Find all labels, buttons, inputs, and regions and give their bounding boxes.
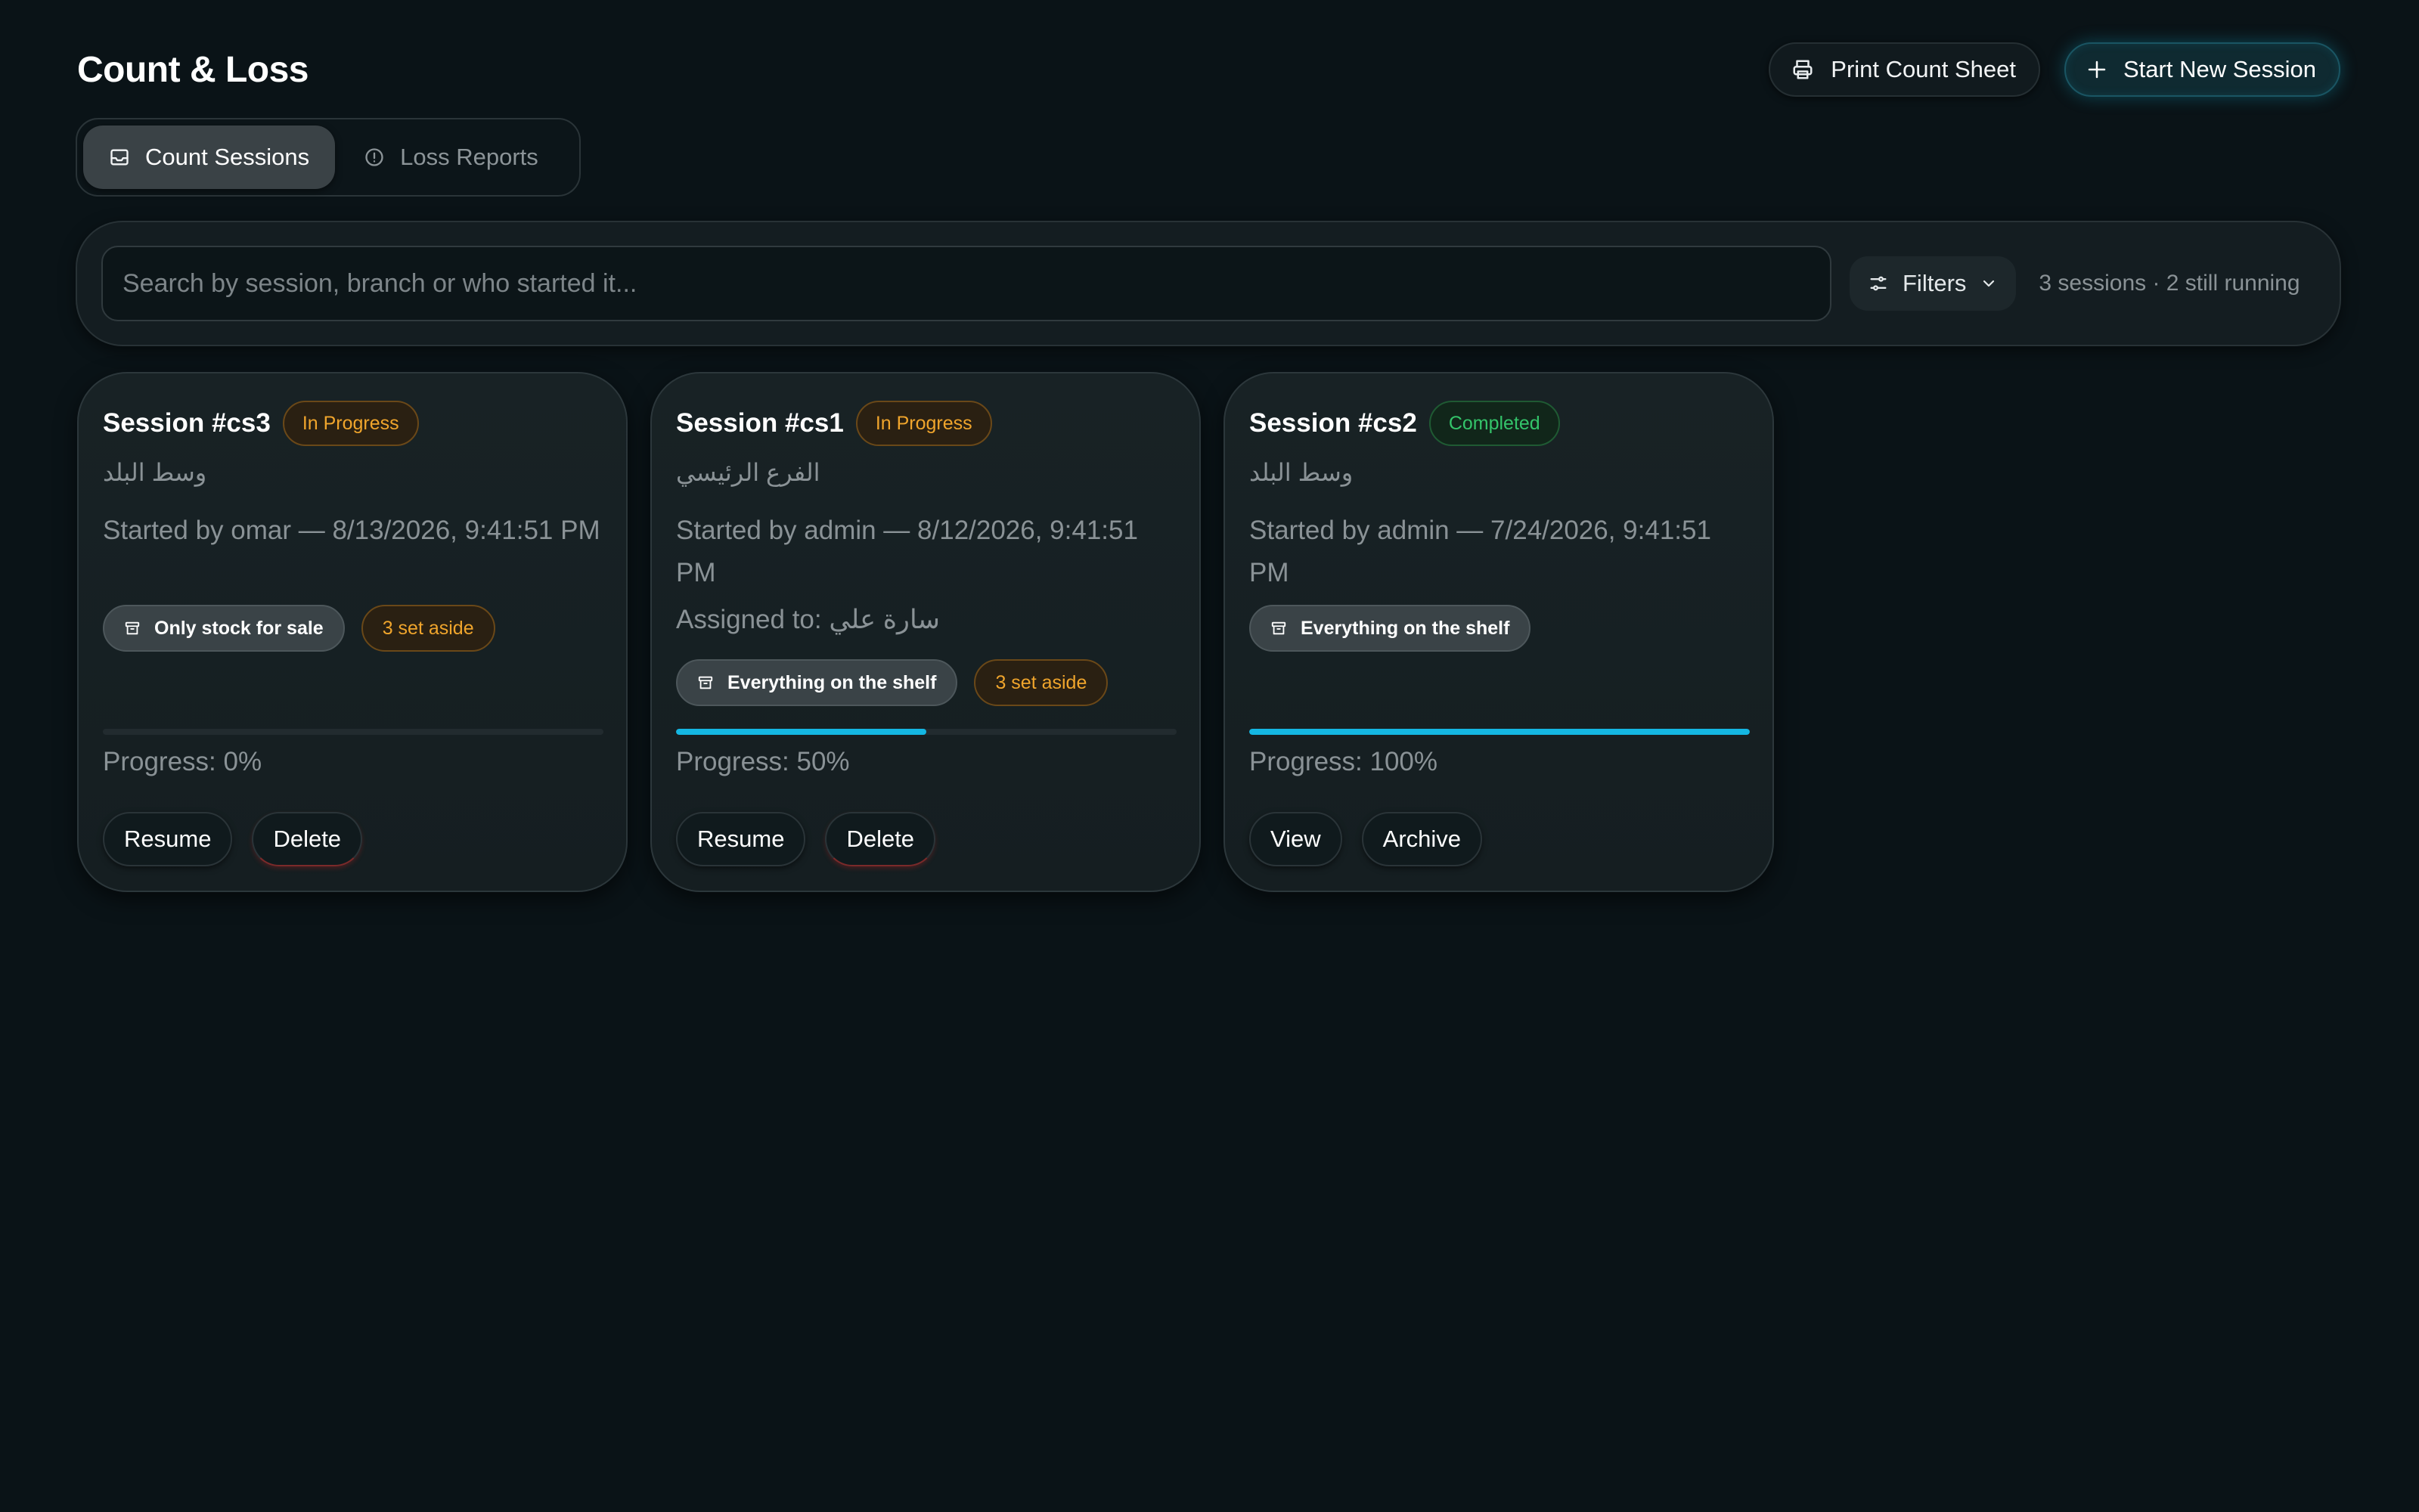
tab-loss-reports-label: Loss Reports (400, 144, 538, 170)
branch-name: وسط البلد (1249, 459, 1354, 486)
progress-fill (1249, 729, 1750, 735)
session-cards: Session #cs3 In Progress وسط البلد Start… (77, 372, 1774, 892)
scope-chip: Everything on the shelf (676, 659, 958, 706)
archive-box-icon (124, 620, 141, 637)
progress-text: Progress: 100% (1249, 747, 1438, 776)
session-card-header: Session #cs1 In Progress (676, 401, 992, 446)
print-count-sheet-button[interactable]: Print Count Sheet (1769, 42, 2040, 97)
view-tabs: Count Sessions Loss Reports (76, 118, 581, 197)
tab-count-sessions-label: Count Sessions (145, 144, 310, 170)
status-badge: Completed (1428, 401, 1560, 446)
set-aside-badge: 3 set aside (361, 605, 495, 652)
delete-button[interactable]: Delete (252, 812, 363, 866)
view-button[interactable]: View (1249, 812, 1342, 866)
session-card: Session #cs2 Completed وسط البلد Started… (1223, 372, 1774, 892)
start-new-session-button[interactable]: Start New Session (2064, 42, 2340, 97)
session-card: Session #cs1 In Progress الفرع الرئيسي S… (650, 372, 1201, 892)
archive-box-icon (697, 674, 714, 691)
delete-button[interactable]: Delete (825, 812, 936, 866)
progress-bar (1249, 729, 1750, 735)
card-actions: View Archive (1249, 812, 1483, 866)
progress-fill (676, 729, 926, 735)
tab-loss-reports[interactable]: Loss Reports (350, 125, 547, 189)
printer-icon (1791, 58, 1814, 81)
started-info: Started by admin — 8/12/2026, 9:41:51 PM (676, 516, 1138, 587)
branch-name: الفرع الرئيسي (676, 459, 820, 486)
branch-name: وسط البلد (103, 459, 207, 486)
session-tags: Everything on the shelf 3 set aside (676, 659, 1109, 706)
scope-label: Everything on the shelf (1301, 617, 1510, 639)
header-actions: Print Count Sheet Start New Session (1769, 42, 2340, 97)
started-info: Started by omar — 8/13/2026, 9:41:51 PM (103, 516, 600, 545)
session-card-header: Session #cs2 Completed (1249, 401, 1560, 446)
session-title: Session #cs1 (676, 408, 844, 438)
page-title: Count & Loss (77, 49, 309, 90)
filters-button[interactable]: Filters (1850, 256, 2017, 311)
assigned-to: Assigned to: سارة علي (676, 605, 940, 634)
plus-icon (2086, 58, 2108, 81)
archive-button[interactable]: Archive (1361, 812, 1483, 866)
card-actions: Resume Delete (103, 812, 363, 866)
chevron-down-icon (1980, 274, 1998, 293)
progress-text: Progress: 50% (676, 747, 850, 776)
tab-count-sessions[interactable]: Count Sessions (83, 125, 336, 189)
resume-button[interactable]: Resume (676, 812, 806, 866)
scope-chip: Everything on the shelf (1249, 605, 1531, 652)
sliders-icon (1868, 273, 1889, 294)
scope-label: Only stock for sale (154, 617, 324, 639)
print-count-sheet-label: Print Count Sheet (1831, 56, 2016, 82)
session-tags: Only stock for sale 3 set aside (103, 605, 495, 652)
page-header: Count & Loss Print Count Sheet Start New… (77, 42, 2340, 97)
session-card-header: Session #cs3 In Progress (103, 401, 419, 446)
session-title: Session #cs2 (1249, 408, 1417, 438)
scope-chip: Only stock for sale (103, 605, 345, 652)
status-badge: In Progress (282, 401, 419, 446)
inbox-icon (109, 147, 130, 168)
session-tags: Everything on the shelf (1249, 605, 1531, 652)
progress-text: Progress: 0% (103, 747, 262, 776)
set-aside-badge: 3 set aside (974, 659, 1109, 706)
session-title: Session #cs3 (103, 408, 271, 438)
search-bar: Filters 3 sessions · 2 still running (76, 221, 2341, 346)
started-info: Started by admin — 7/24/2026, 9:41:51 PM (1249, 516, 1711, 587)
progress-bar (103, 729, 603, 735)
card-actions: Resume Delete (676, 812, 936, 866)
scope-label: Everything on the shelf (727, 671, 937, 693)
status-badge: In Progress (855, 401, 992, 446)
progress-bar (676, 729, 1177, 735)
alert-circle-icon (364, 147, 385, 168)
resume-button[interactable]: Resume (103, 812, 233, 866)
count-loss-page: Count & Loss Print Count Sheet Start New… (0, 0, 2419, 1512)
sessions-summary: 3 sessions · 2 still running (2039, 271, 2300, 296)
search-input[interactable] (101, 246, 1831, 321)
archive-box-icon (1270, 620, 1287, 637)
filters-label: Filters (1903, 270, 1967, 296)
session-card: Session #cs3 In Progress وسط البلد Start… (77, 372, 628, 892)
start-new-session-label: Start New Session (2123, 56, 2316, 82)
